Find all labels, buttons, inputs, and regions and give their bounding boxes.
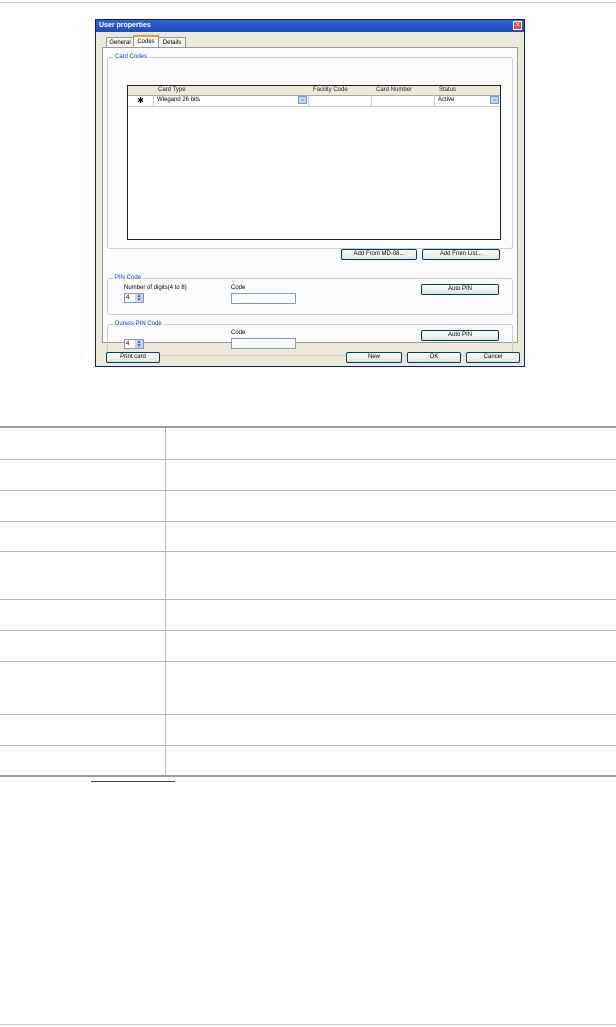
status-value: Active (438, 97, 455, 103)
duress-pin-group-label: Duress PIN Code (113, 320, 164, 328)
card-type-select[interactable]: Wiegand 26 bits ⌄ (154, 95, 309, 106)
card-type-value: Wiegand 26 bits (157, 97, 201, 103)
pin-digits-spinner[interactable]: 4 ▲ ▼ (124, 293, 144, 303)
pin-digits-label: Number of digits(4 to 8) (124, 285, 187, 291)
tab-general[interactable]: General (106, 37, 134, 47)
table-row (0, 600, 616, 631)
page-bottom-rule (0, 1024, 616, 1025)
table-row (0, 460, 616, 491)
duress-code-input[interactable] (231, 338, 296, 349)
cancel-button[interactable]: Cancel (466, 352, 520, 363)
new-row-marker-icon: ✱ (128, 95, 154, 106)
close-icon[interactable]: ✕ (513, 21, 522, 30)
pin-digits-value: 4 (126, 295, 130, 301)
facility-code-cell[interactable] (309, 95, 372, 106)
spinner-arrows-icon[interactable]: ▲ ▼ (135, 340, 143, 349)
tab-details[interactable]: Details (158, 37, 186, 47)
print-card-button[interactable]: Print card (106, 352, 160, 363)
tab-codes[interactable]: Codes (133, 35, 159, 47)
table-row (0, 746, 616, 777)
card-codes-group-label: Card Codes (113, 53, 150, 61)
status-select[interactable]: Active ⌄ (435, 95, 500, 106)
dialog-title: User properties (99, 22, 151, 29)
duress-auto-pin-button[interactable]: Auto PIN (421, 330, 499, 341)
user-properties-dialog: User properties ✕ General Codes Details … (95, 19, 525, 367)
table-row (0, 428, 616, 460)
pin-code-label: Code (231, 285, 246, 291)
codes-tab-panel: Card Codes Card Type Facility Code Card … (102, 47, 518, 356)
page-top-rule (0, 2, 616, 3)
spinner-arrows-icon[interactable]: ▲ ▼ (135, 294, 143, 303)
ok-button[interactable]: OK (407, 352, 461, 363)
chevron-down-icon[interactable]: ⌄ (298, 96, 307, 104)
table-row (0, 631, 616, 662)
link-underline (91, 781, 175, 782)
pin-auto-pin-button[interactable]: Auto PIN (421, 284, 499, 295)
table-row (0, 715, 616, 746)
duress-digits-value: 4 (126, 341, 130, 347)
pin-code-group-label: PIN Code (113, 274, 144, 282)
card-codes-grid: Card Type Facility Code Card Number Stat… (127, 85, 501, 240)
card-number-cell[interactable] (372, 95, 435, 106)
table-row (0, 552, 616, 600)
table-row (0, 662, 616, 715)
new-card-row[interactable]: ✱ Wiegand 26 bits ⌄ Active ⌄ (128, 95, 500, 107)
duress-code-label: Code (231, 330, 246, 336)
dialog-titlebar[interactable]: User properties ✕ (96, 20, 524, 32)
column-status[interactable]: Status (439, 86, 456, 95)
table-row (0, 522, 616, 552)
new-button[interactable]: New (346, 352, 402, 363)
duress-digits-spinner[interactable]: 4 ▲ ▼ (124, 339, 144, 349)
column-card-number[interactable]: Card Number (376, 86, 412, 95)
add-from-list-button[interactable]: Add From List... (422, 249, 500, 260)
add-from-md-button[interactable]: Add From MD-08... (341, 249, 417, 260)
column-facility-code[interactable]: Facility Code (313, 86, 348, 95)
column-card-type[interactable]: Card Type (158, 86, 186, 95)
chevron-down-icon[interactable]: ⌄ (490, 96, 499, 104)
pin-code-input[interactable] (231, 293, 296, 304)
table-row (0, 491, 616, 522)
